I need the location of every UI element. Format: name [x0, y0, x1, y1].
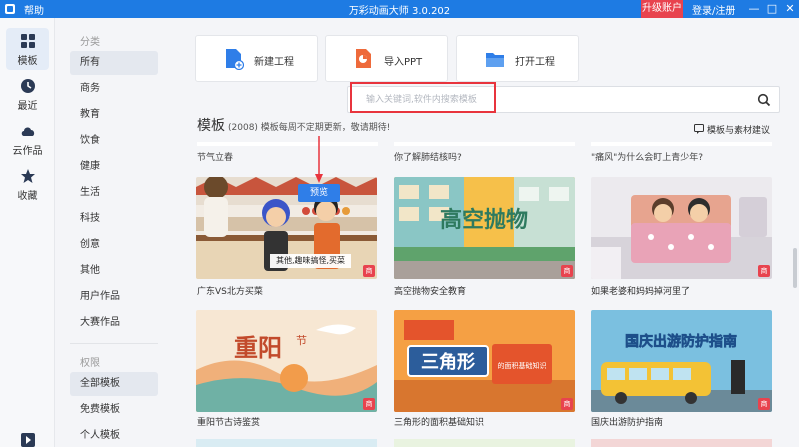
prev-card-edge	[197, 142, 378, 146]
category-divider	[70, 343, 158, 344]
search-icon[interactable]	[757, 93, 771, 107]
template-card-triangle[interactable]: 三角形 的面积基础知识 商	[394, 310, 575, 412]
chongyang-thumbnail: 重阳 节	[196, 310, 377, 412]
commercial-badge: 商	[363, 398, 375, 410]
suggestion-icon	[694, 124, 704, 134]
template-card-high-altitude[interactable]: 高空抛物 商	[394, 177, 575, 279]
template-caption[interactable]: 重阳节古诗鉴赏	[197, 415, 260, 428]
template-caption[interactable]: 广东VS北方买菜	[197, 284, 263, 297]
commercial-badge: 商	[363, 265, 375, 277]
nav-item-cloud[interactable]: 云作品	[6, 118, 49, 160]
category-contest-works[interactable]: 大赛作品	[70, 311, 158, 335]
chongyang-sub: 节	[296, 334, 307, 347]
template-card-wife-mom-river[interactable]: 商	[591, 177, 772, 279]
template-card-chongyang[interactable]: 重阳 节 商	[196, 310, 377, 412]
import-ppt-icon	[356, 49, 371, 68]
template-caption[interactable]: 高空抛物安全教育	[394, 284, 466, 297]
grid-icon	[20, 34, 35, 48]
nav-item-recent[interactable]: 最近	[6, 73, 49, 115]
next-card-edge	[591, 439, 772, 447]
new-project-button[interactable]: 新建工程	[195, 35, 318, 82]
template-card-national-day[interactable]: 国庆出游防护指南 商	[591, 310, 772, 412]
triangle-subtitle: 的面积基础知识	[498, 361, 547, 370]
import-ppt-label: 导入PPT	[384, 57, 423, 68]
template-tags: 其他,趣味搞怪,买菜	[270, 254, 351, 268]
nav-label-favorites: 收藏	[17, 191, 38, 202]
cloud-icon	[21, 127, 34, 136]
prev-caption-2[interactable]: 你了解肺结核吗?	[394, 150, 462, 163]
play-icon[interactable]	[21, 433, 35, 447]
main-content: 新建工程 导入PPT 打开工程 模板 (2008) 模板每周不定期更新，敬请期待…	[170, 18, 799, 447]
upgrade-account-button[interactable]: 升级账户	[641, 0, 683, 18]
prev-caption-1[interactable]: 节气立春	[197, 150, 233, 163]
commercial-badge: 商	[758, 398, 770, 410]
commercial-badge: 商	[561, 398, 573, 410]
triangle-thumbnail: 三角形 的面积基础知识	[394, 310, 575, 412]
nav-item-templates[interactable]: 模板	[6, 28, 49, 70]
search-highlight-box	[350, 82, 496, 113]
category-group-title: 分类	[80, 37, 100, 48]
nav-label-templates: 模板	[17, 56, 38, 67]
chongyang-char: 重阳	[234, 333, 282, 362]
category-panel: 分类 所有 商务 教育 饮食 健康 生活 科技 创意 其他 用户作品 大赛作品 …	[56, 18, 168, 447]
permission-all[interactable]: 全部模板	[70, 372, 158, 396]
next-card-edge	[394, 439, 575, 447]
prev-card-edge	[591, 142, 772, 146]
category-education[interactable]: 教育	[70, 103, 158, 127]
minimize-button[interactable]: —	[746, 0, 762, 18]
category-all[interactable]: 所有	[70, 51, 158, 75]
star-icon	[20, 169, 35, 183]
category-life[interactable]: 生活	[70, 181, 158, 205]
template-suggestion-link[interactable]: 模板与素材建议	[694, 123, 770, 136]
nav-label-cloud: 云作品	[12, 146, 43, 157]
section-subtitle: (2008) 模板每周不定期更新，敬请期待!	[228, 123, 391, 133]
prev-caption-3[interactable]: "痛风"为什么会盯上青少年?	[591, 150, 703, 163]
section-title: 模板	[197, 118, 225, 134]
open-project-button[interactable]: 打开工程	[456, 35, 579, 82]
new-project-label: 新建工程	[254, 57, 294, 68]
clock-icon	[20, 79, 35, 93]
commercial-badge: 商	[758, 265, 770, 277]
arrow-down-icon	[315, 136, 323, 183]
preview-button[interactable]: 预览	[298, 184, 340, 202]
template-caption[interactable]: 三角形的面积基础知识	[394, 415, 484, 428]
open-folder-icon	[486, 53, 504, 67]
suggest-label: 模板与素材建议	[707, 126, 771, 136]
category-user-works[interactable]: 用户作品	[70, 285, 158, 309]
national-day-title: 国庆出游防护指南	[625, 333, 737, 350]
category-health[interactable]: 健康	[70, 155, 158, 179]
prev-card-edge	[394, 142, 575, 146]
close-button[interactable]: ✕	[782, 0, 798, 18]
left-nav: 模板 最近 云作品 收藏	[0, 18, 55, 447]
nav-label-recent: 最近	[17, 101, 38, 112]
template-caption[interactable]: 国庆出游防护指南	[591, 415, 663, 428]
category-business[interactable]: 商务	[70, 77, 158, 101]
scrollbar[interactable]	[793, 248, 797, 288]
open-project-label: 打开工程	[515, 57, 555, 68]
new-project-icon	[226, 49, 244, 70]
login-register-link[interactable]: 登录/注册	[692, 2, 735, 17]
category-tech[interactable]: 科技	[70, 207, 158, 231]
template-caption[interactable]: 如果老婆和妈妈掉河里了	[591, 284, 690, 297]
category-food[interactable]: 饮食	[70, 129, 158, 153]
permission-group-title: 权限	[80, 358, 100, 369]
category-creative[interactable]: 创意	[70, 233, 158, 257]
high-altitude-thumbnail: 高空抛物	[394, 177, 575, 279]
permission-personal[interactable]: 个人模板	[70, 424, 158, 447]
maximize-button[interactable]: □	[764, 0, 780, 18]
title-bar: 帮助 万彩动画大师 3.0.202 升级账户 登录/注册 — □ ✕	[0, 0, 799, 18]
next-card-edge	[196, 439, 377, 447]
commercial-badge: 商	[561, 265, 573, 277]
couple-thumbnail	[591, 177, 772, 279]
permission-free[interactable]: 免费模板	[70, 398, 158, 422]
import-ppt-button[interactable]: 导入PPT	[325, 35, 448, 82]
nav-item-favorites[interactable]: 收藏	[6, 163, 49, 205]
high-altitude-title: 高空抛物	[440, 207, 528, 233]
national-day-thumbnail: 国庆出游防护指南	[591, 310, 772, 412]
category-other[interactable]: 其他	[70, 259, 158, 283]
triangle-title: 三角形	[421, 351, 475, 373]
